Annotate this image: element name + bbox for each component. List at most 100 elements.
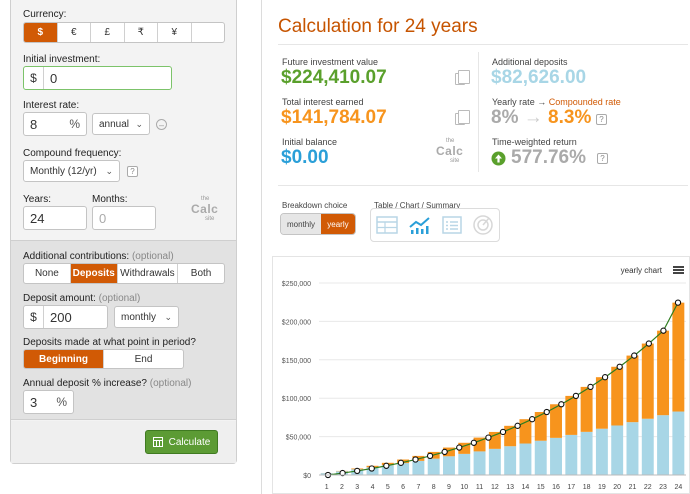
initial-investment-label: Initial investment: <box>23 54 101 65</box>
compounded-rate-value: 8.3% <box>548 107 592 128</box>
additional-deposits-label: Additional deposits <box>492 57 568 67</box>
dollar-prefix: $ <box>24 306 44 328</box>
help-icon[interactable]: ? <box>127 166 138 177</box>
twr-label: Time-weighted return <box>492 137 577 147</box>
calculate-label: Calculate <box>168 436 211 448</box>
rate-comparison: 8% → 8.3% <box>491 107 591 129</box>
thecalcsite-logo: the Calc site <box>436 138 463 164</box>
deposit-amount-label-text: Deposit amount: <box>23 293 96 304</box>
timing-end-button[interactable]: End <box>104 350 183 368</box>
deposit-amount-input[interactable]: $ 200 <box>23 305 108 329</box>
compound-frequency-value: Monthly (12/yr) <box>30 165 97 177</box>
deposit-increase-input[interactable]: 3 % <box>23 390 74 414</box>
deposit-period-value: monthly <box>121 311 157 323</box>
optional-text: (optional) <box>98 293 141 304</box>
chevron-down-icon: ⌄ <box>164 311 172 322</box>
calculator-form-panel: Currency: $ € £ ₹ ¥ Initial investment: … <box>10 0 237 464</box>
breakdown-label: Breakdown choice <box>282 201 348 210</box>
help-icon[interactable]: ? <box>597 153 608 164</box>
chart-panel <box>272 256 690 494</box>
remove-rate-icon[interactable]: – <box>156 119 167 130</box>
contrib-deposits-button[interactable]: Deposits <box>70 264 118 283</box>
total-interest-label: Total interest earned <box>282 97 364 107</box>
currency-usd-button[interactable]: $ <box>24 23 58 42</box>
rate-period-select[interactable]: annual ⌄ <box>92 113 150 135</box>
initial-balance-label: Initial balance <box>282 137 338 147</box>
calculator-icon <box>152 437 163 447</box>
chevron-down-icon: ⌄ <box>135 118 143 129</box>
additional-deposits-value: $82,626.00 <box>491 67 587 88</box>
currency-jpy-button[interactable]: ¥ <box>158 23 192 42</box>
breakdown-toggle: monthly yearly <box>280 213 356 235</box>
percent-suffix: % <box>69 117 80 131</box>
years-label: Years: <box>23 194 51 205</box>
view-choice-selector <box>370 208 500 242</box>
panel-divider <box>261 0 262 494</box>
interest-rate-input[interactable]: 8 % <box>23 112 87 136</box>
contribution-type-selector: None Deposits Withdrawals Both <box>23 263 225 284</box>
yearly-rate-label: Yearly rate → Compounded rate <box>492 97 621 107</box>
compound-frequency-select[interactable]: Monthly (12/yr) ⌄ <box>23 160 120 182</box>
contrib-both-button[interactable]: Both <box>178 264 224 283</box>
compounded-rate-text: Compounded rate <box>548 97 621 107</box>
interest-rate-value: 8 <box>30 116 38 132</box>
future-value-label: Future investment value <box>282 57 379 67</box>
section-rule <box>278 185 688 186</box>
copy-icon[interactable] <box>455 70 470 85</box>
table-icon[interactable] <box>376 216 398 234</box>
deposit-increase-label-text: Annual deposit % increase? <box>23 378 147 389</box>
currency-eur-button[interactable]: € <box>58 23 91 42</box>
chevron-down-icon: ⌄ <box>105 165 113 176</box>
help-icon[interactable]: ? <box>596 114 607 125</box>
twr-row: 577.76% <box>491 147 586 169</box>
stats-separator <box>478 52 479 172</box>
calculate-button[interactable]: Calculate <box>145 430 218 454</box>
contributions-label-text: Additional contributions: <box>23 251 130 262</box>
arrow-right-icon: → <box>537 97 547 107</box>
months-input[interactable]: 0 <box>92 206 156 230</box>
contrib-none-button[interactable]: None <box>24 264 71 283</box>
deposit-increase-label: Annual deposit % increase? (optional) <box>23 378 191 389</box>
copy-icon[interactable] <box>455 110 470 125</box>
breakdown-monthly-button[interactable]: monthly <box>281 214 321 234</box>
currency-label: Currency: <box>23 9 67 20</box>
logo-sub-text: site <box>205 216 215 222</box>
future-value: $224,410.07 <box>281 67 387 88</box>
years-input[interactable]: 24 <box>23 206 87 230</box>
optional-text: (optional) <box>149 378 192 389</box>
deposit-amount-label: Deposit amount: (optional) <box>23 293 140 304</box>
contrib-withdrawals-button[interactable]: Withdrawals <box>118 264 179 283</box>
thecalcsite-logo: the Calc site <box>191 196 218 222</box>
deposit-amount-value: 200 <box>50 309 72 325</box>
deposit-timing-selector: Beginning End <box>23 349 184 369</box>
currency-gbp-button[interactable]: £ <box>91 23 125 42</box>
currency-inr-button[interactable]: ₹ <box>125 23 158 42</box>
contributions-section: Additional contributions: (optional) Non… <box>11 240 236 420</box>
months-label: Months: <box>92 194 128 205</box>
initial-investment-input[interactable]: $ 0 <box>23 66 172 90</box>
chart-icon[interactable] <box>408 215 432 235</box>
timing-beginning-button[interactable]: Beginning <box>24 350 104 368</box>
title-rule <box>278 44 688 45</box>
total-interest-value: $141,784.07 <box>281 107 387 128</box>
initial-investment-value: 0 <box>50 70 58 86</box>
arrow-up-circle-icon <box>491 151 506 165</box>
optional-text: (optional) <box>131 251 174 262</box>
gauge-icon[interactable] <box>472 214 494 236</box>
percent-suffix: % <box>56 395 67 409</box>
currency-custom-button[interactable] <box>192 23 225 42</box>
deposit-period-select[interactable]: monthly ⌄ <box>114 306 179 328</box>
interest-rate-label: Interest rate: <box>23 100 80 111</box>
deposit-increase-value: 3 <box>30 394 38 410</box>
contributions-label: Additional contributions: (optional) <box>23 251 174 262</box>
dollar-prefix: $ <box>24 67 44 89</box>
summary-list-icon[interactable] <box>442 216 462 234</box>
compound-frequency-label: Compound frequency: <box>23 148 122 159</box>
logo-main-text: Calc <box>191 202 219 216</box>
yearly-rate-text: Yearly rate <box>492 97 535 107</box>
years-value: 24 <box>30 210 45 226</box>
breakdown-yearly-button[interactable]: yearly <box>320 214 355 234</box>
chart-menu-icon[interactable] <box>673 266 684 274</box>
twr-value: 577.76% <box>511 147 587 168</box>
arrow-right-icon: → <box>523 107 543 128</box>
